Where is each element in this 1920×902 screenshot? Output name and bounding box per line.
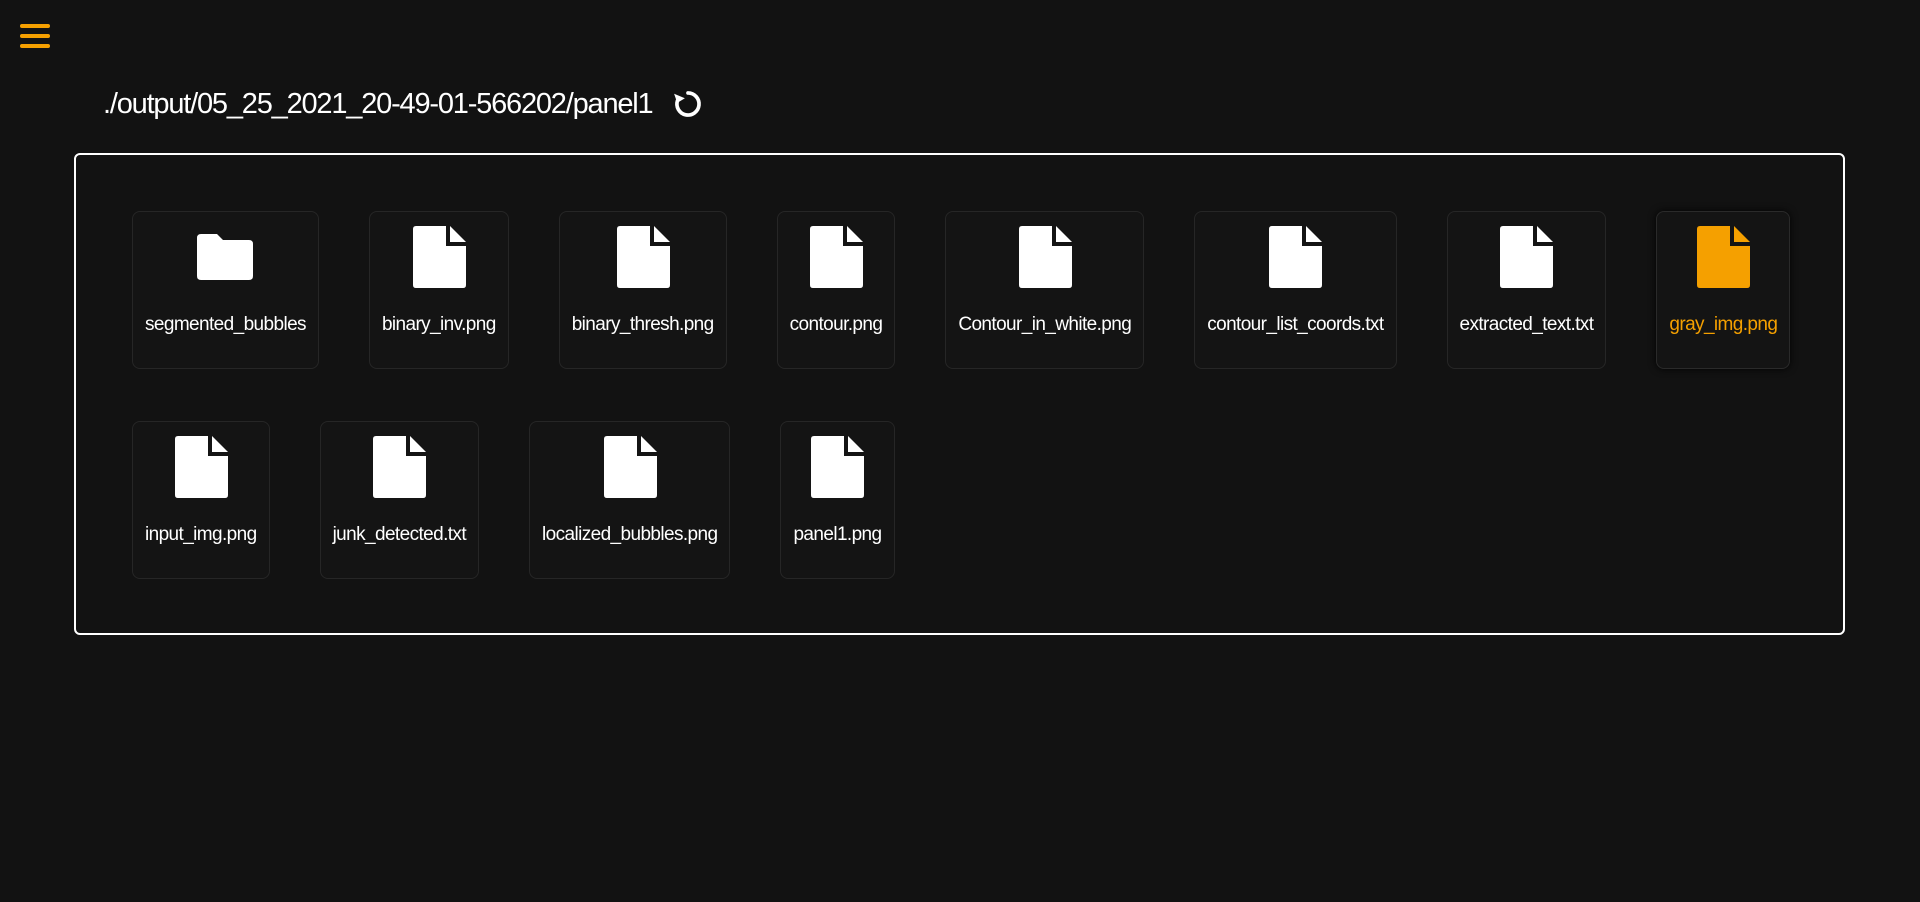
file-tile[interactable]: gray_img.png (1656, 211, 1791, 369)
file-icon (1494, 224, 1558, 290)
file-icon (804, 224, 868, 290)
file-name: panel1.png (793, 524, 882, 545)
file-tile[interactable]: extracted_text.txt (1446, 211, 1607, 369)
file-name: contour.png (789, 314, 883, 335)
file-tile[interactable]: contour_list_coords.txt (1194, 211, 1397, 369)
file-tile[interactable]: panel1.png (780, 421, 895, 579)
file-row: segmented_bubbles binary_inv.png binary_… (132, 211, 1791, 369)
file-tile[interactable]: binary_inv.png (368, 211, 509, 369)
file-name: Contour_in_white.png (958, 314, 1132, 335)
file-tile[interactable]: junk_detected.txt (319, 421, 480, 579)
file-icon (1691, 224, 1755, 290)
refresh-icon[interactable] (670, 86, 706, 122)
file-icon (1263, 224, 1327, 290)
file-name: gray_img.png (1669, 314, 1778, 335)
file-tile[interactable]: input_img.png (132, 421, 270, 579)
file-icon (611, 224, 675, 290)
file-icon (598, 434, 662, 500)
file-tile[interactable]: localized_bubbles.png (529, 421, 731, 579)
file-browser-panel: segmented_bubbles binary_inv.png binary_… (74, 153, 1845, 635)
file-name: binary_thresh.png (571, 314, 715, 335)
file-icon (169, 434, 233, 500)
file-name: junk_detected.txt (332, 524, 467, 545)
file-tile[interactable]: Contour_in_white.png (945, 211, 1145, 369)
file-name: input_img.png (145, 524, 257, 545)
file-tile[interactable]: segmented_bubbles (132, 211, 319, 369)
file-tile[interactable]: binary_thresh.png (558, 211, 727, 369)
file-name: extracted_text.txt (1459, 314, 1594, 335)
file-icon (805, 434, 869, 500)
path-bar: ./output/05_25_2021_20-49-01-566202/pane… (103, 84, 706, 124)
file-name: contour_list_coords.txt (1207, 314, 1384, 335)
folder-icon (193, 224, 257, 290)
current-path: ./output/05_25_2021_20-49-01-566202/pane… (103, 87, 654, 120)
file-icon (1013, 224, 1077, 290)
file-icon (407, 224, 471, 290)
menu-icon[interactable] (20, 24, 50, 52)
file-name: localized_bubbles.png (542, 524, 718, 545)
file-icon (367, 434, 431, 500)
file-name: segmented_bubbles (145, 314, 307, 335)
file-tile[interactable]: contour.png (776, 211, 896, 369)
file-row: input_img.png junk_detected.txt localize… (132, 421, 895, 579)
file-name: binary_inv.png (381, 314, 496, 335)
